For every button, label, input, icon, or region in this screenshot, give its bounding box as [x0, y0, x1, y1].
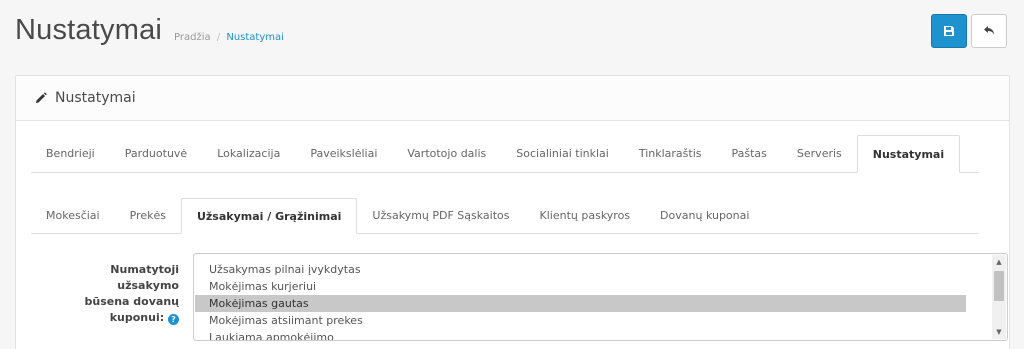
- settings-panel: Nustatymai Bendrieji Parduotuvė Lokaliza…: [15, 75, 1010, 349]
- subtab-uzsakymai-grazinimai[interactable]: Užsakymai / Grąžinimai: [180, 198, 358, 234]
- breadcrumb-current-link[interactable]: Nustatymai: [226, 32, 284, 43]
- tab-pastas[interactable]: Paštas: [717, 135, 782, 172]
- tab-lokalizacija[interactable]: Lokalizacija: [202, 135, 295, 172]
- tab-serveris[interactable]: Serveris: [782, 135, 857, 172]
- panel-title: Nustatymai: [55, 90, 136, 106]
- gift-voucher-status-label: Numatytoji užsakymo būsena dovanų kuponu…: [46, 262, 179, 326]
- main-tabs: Bendrieji Parduotuvė Lokalizacija Paveik…: [31, 135, 979, 173]
- tab-vartotojo-dalis[interactable]: Vartotojo dalis: [392, 135, 501, 172]
- subtab-prekes[interactable]: Prekės: [115, 198, 181, 233]
- status-option[interactable]: Laukiama apmokėjimo: [195, 329, 966, 340]
- tab-parduotuve[interactable]: Parduotuvė: [110, 135, 202, 172]
- subtab-uzsakymu-pdf-saskaitos[interactable]: Užsakymų PDF Sąskaitos: [357, 198, 524, 233]
- reply-icon: [983, 26, 994, 35]
- sub-tabs: Mokesčiai Prekės Užsakymai / Grąžinimai …: [31, 198, 979, 234]
- label-line-1: Numatytoji užsakymo: [110, 263, 179, 292]
- scroll-thumb[interactable]: [994, 271, 1004, 301]
- listbox-scrollbar[interactable]: ▲ ▼: [992, 255, 1006, 339]
- breadcrumb-home-link[interactable]: Pradžia: [174, 32, 211, 43]
- breadcrumb-separator: /: [216, 32, 221, 43]
- status-option[interactable]: Užsakymas pilnai įvykdytas: [195, 261, 966, 278]
- tab-paveiksleliai[interactable]: Paveikslėliai: [295, 135, 392, 172]
- status-option[interactable]: Mokėjimas kurjeriui: [195, 278, 966, 295]
- label-line-3: kuponui:: [109, 311, 165, 324]
- tab-tinklarastis[interactable]: Tinklaraštis: [624, 135, 717, 172]
- question-circle-icon[interactable]: ?: [168, 314, 179, 325]
- tab-socialiniai-tinklai[interactable]: Socialiniai tinklai: [501, 135, 624, 172]
- tab-bendrieji[interactable]: Bendrieji: [31, 135, 110, 172]
- panel-heading: Nustatymai: [16, 76, 1009, 121]
- save-button[interactable]: [931, 14, 967, 48]
- status-option-selected[interactable]: Mokėjimas gautas: [195, 295, 966, 312]
- subtab-mokesciai[interactable]: Mokesčiai: [31, 198, 115, 233]
- back-button[interactable]: [971, 14, 1007, 48]
- label-line-2: būsena dovanų: [84, 295, 179, 308]
- scroll-up-arrow-icon[interactable]: ▲: [992, 255, 1006, 269]
- subtab-klientu-paskyros[interactable]: Klientų paskyros: [525, 198, 646, 233]
- tab-nustatymai[interactable]: Nustatymai: [856, 135, 961, 173]
- pencil-icon: [36, 91, 47, 103]
- option-list: Užsakymas pilnai įvykdytas Mokėjimas kur…: [195, 261, 966, 340]
- status-option[interactable]: Mokėjimas atsiimant prekes: [195, 312, 966, 329]
- page-title: Nustatymai: [15, 14, 163, 46]
- save-icon: [944, 26, 954, 36]
- subtab-dovanu-kuponai[interactable]: Dovanų kuponai: [645, 198, 764, 233]
- gift-voucher-status-select[interactable]: Užsakymas pilnai įvykdytas Mokėjimas kur…: [193, 253, 1008, 341]
- breadcrumb: Pradžia / Nustatymai: [174, 32, 284, 43]
- scroll-down-arrow-icon[interactable]: ▼: [992, 325, 1006, 339]
